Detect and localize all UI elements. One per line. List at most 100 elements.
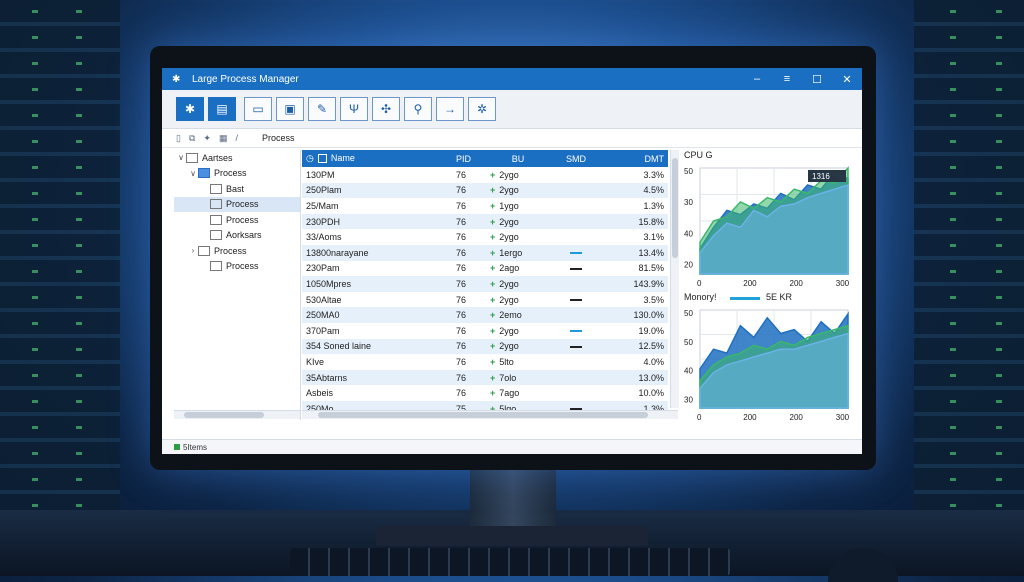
cell-smd	[550, 338, 602, 355]
table-row[interactable]: 370Pam 76 +2ygo 19.0%	[302, 323, 668, 339]
table-vertical-scrollbar[interactable]	[670, 150, 679, 408]
cell-pid: 76	[452, 182, 486, 199]
column-bu[interactable]: BU	[486, 150, 550, 167]
breadcrumb[interactable]: Process	[262, 133, 295, 143]
table-row[interactable]: 130PM 76 +2ygo 3.3%	[302, 167, 668, 183]
table-row[interactable]: 1050Mpres 76 +2ygo 143.9%	[302, 276, 668, 292]
document-icon	[198, 245, 210, 256]
tree-item[interactable]: › Process	[174, 243, 300, 259]
server-rack-left	[0, 0, 120, 576]
table-row[interactable]: 230PDH 76 +2ygo 15.8%	[302, 213, 668, 230]
table-scrollbar[interactable]	[302, 410, 678, 419]
calendar-icon[interactable]: ▤	[208, 97, 236, 121]
table-row[interactable]: 250MA0 76 +2emo 130.0%	[302, 307, 668, 323]
status-icon	[174, 444, 180, 450]
cell-bu: +2ago	[490, 263, 520, 274]
edit-icon[interactable]: ✎	[308, 97, 336, 121]
column-dmt[interactable]: DMT	[602, 150, 668, 167]
toolbar: ✱ ▤ ▭ ▣ ✎ Ψ ✣ ⚲ → ✲	[162, 90, 862, 129]
bug-icon[interactable]: ✲	[468, 97, 496, 121]
expand-toggle-icon[interactable]: ∨	[188, 169, 198, 178]
table-row[interactable]: 13800narayane 76 +1ergo 13.4%	[302, 244, 668, 261]
maximize-button[interactable]: ☐	[802, 73, 832, 86]
tree-scrollbar[interactable]	[174, 410, 300, 419]
column-smd[interactable]: SMD	[550, 150, 602, 167]
cell-dmt: 12.5%	[602, 338, 668, 355]
cell-pid: 76	[452, 307, 486, 323]
y-tick-label: 50	[684, 309, 693, 318]
column-name[interactable]: ◷ Name	[302, 150, 452, 167]
table-row[interactable]: 25/Mam 76 +1ygo 1.3%	[302, 198, 668, 214]
cell-pid: 76	[452, 276, 486, 292]
plus-icon: +	[490, 372, 496, 383]
tree-item[interactable]: Process	[174, 212, 300, 228]
table-row[interactable]: KIve 76 +5lto 4.0%	[302, 354, 668, 370]
table-row[interactable]: 530Altae 76 +2ygo 3.5%	[302, 292, 668, 308]
menu-button[interactable]: ≡	[772, 73, 802, 85]
copy-icon[interactable]: ⧉	[189, 133, 195, 144]
column-pid[interactable]: PID	[452, 150, 486, 167]
monitor-icon[interactable]: ▭	[244, 97, 272, 121]
table-row[interactable]: 250Plam 76 +2ygo 4.5%	[302, 182, 668, 199]
table-row[interactable]: Asbeis 76 +7ago 10.0%	[302, 385, 668, 401]
minimize-button[interactable]: –	[742, 73, 772, 85]
tree-item[interactable]: ∨ Process	[174, 166, 300, 182]
cell-smd	[550, 354, 602, 370]
table-row[interactable]: 35Abtarns 76 +7olo 13.0%	[302, 369, 668, 386]
expand-toggle-icon[interactable]: ›	[188, 246, 198, 255]
table-row[interactable]: 33/Aoms 76 +2ygo 3.1%	[302, 229, 668, 245]
cell-dmt: 4.0%	[643, 356, 664, 367]
cell-bu: +5lto	[490, 356, 514, 367]
network-icon[interactable]: ✣	[372, 97, 400, 121]
cell-name: 1050Mpres	[302, 276, 452, 292]
plus-icon: +	[490, 310, 496, 321]
rack-leds	[950, 0, 956, 576]
cell-dmt: 1.3%	[643, 200, 664, 211]
address-bar: ▯ ⧉ ✦ ▦ / Process	[162, 129, 862, 148]
gear-icon[interactable]: ✱	[176, 97, 204, 121]
cell-dmt: 19.0%	[638, 325, 664, 336]
cell-smd	[550, 385, 602, 401]
plus-icon: +	[490, 341, 496, 352]
cell-dmt: 10.0%	[638, 388, 664, 399]
tree-item-label: Process	[226, 199, 259, 210]
x-tick-label: 0	[697, 413, 702, 422]
usage-bar	[570, 267, 582, 270]
close-button[interactable]: ✕	[832, 73, 862, 86]
cell-bu: +7olo	[486, 369, 550, 386]
plus-icon: +	[490, 356, 496, 367]
expand-toggle-icon[interactable]: ∨	[176, 153, 186, 162]
cell-dmt: 13.0%	[602, 369, 668, 386]
tree-item[interactable]: Process	[174, 259, 300, 275]
search-icon[interactable]: ⚲	[404, 97, 432, 121]
cell-name: 370Pam	[306, 325, 340, 336]
cell-name: 25/Mam	[306, 200, 339, 211]
plus-icon: +	[490, 232, 496, 243]
tree-item[interactable]: ∨ Aartses	[174, 150, 300, 166]
document-icon	[210, 214, 222, 225]
table-row[interactable]: 354 Soned laine 76 +2ygo 12.5%	[302, 338, 668, 355]
document-icon	[210, 230, 222, 241]
cell-bu: +2ygo	[490, 169, 519, 180]
cell-pid: 76	[456, 169, 467, 180]
arrow-icon[interactable]: →	[436, 97, 464, 121]
x-tick-label: 300	[836, 413, 850, 422]
cell-dmt: 3.1%	[643, 232, 664, 243]
charts-panel: CPU G 50 30 40 20 0 200 200 300 1316 Monory! 5E …	[682, 148, 858, 428]
table-row[interactable]: 230Pam 76 +2ago 81.5%	[302, 261, 668, 277]
cell-smd	[550, 229, 602, 245]
tree-item[interactable]: Aorksars	[174, 228, 300, 244]
cell-smd	[550, 292, 602, 308]
rack-leds	[996, 0, 1002, 576]
cell-name: 230PDH	[302, 213, 452, 230]
cell-pid: 76	[456, 263, 467, 274]
table-header: ◷ Name PID BU SMD DMT	[302, 150, 668, 167]
cell-smd	[550, 323, 602, 339]
print-icon[interactable]: ▦	[219, 133, 228, 144]
tree-item[interactable]: Process	[174, 196, 300, 212]
window-icon[interactable]: ▣	[276, 97, 304, 121]
filter-icon[interactable]: Ψ	[340, 97, 368, 121]
tree-item[interactable]: Bast	[174, 181, 300, 197]
document-icon[interactable]: ▯	[176, 133, 181, 144]
pin-icon[interactable]: ✦	[203, 133, 211, 144]
